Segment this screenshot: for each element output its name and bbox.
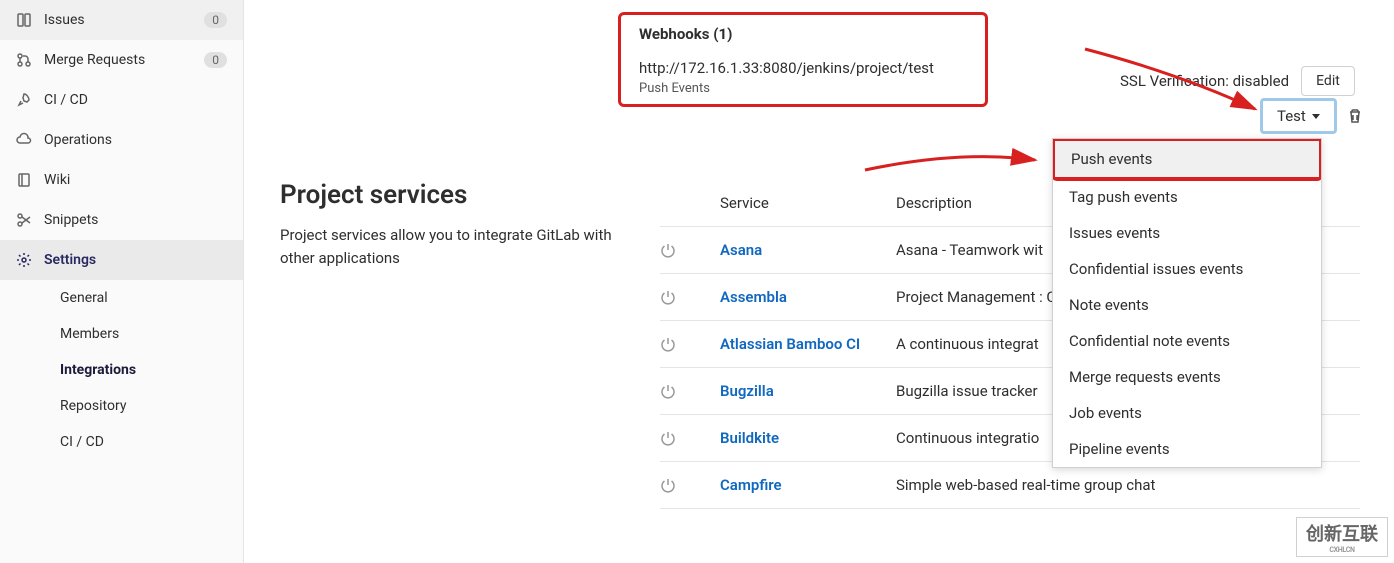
power-icon xyxy=(660,477,720,493)
col-service-header: Service xyxy=(720,194,896,212)
sidebar-sub-label: Integrations xyxy=(60,362,227,378)
sidebar-submenu: General Members Integrations Repository … xyxy=(0,280,243,460)
rocket-icon xyxy=(16,92,32,108)
service-link-bugzilla[interactable]: Bugzilla xyxy=(720,382,774,400)
test-dropdown-menu: Push events Tag push events Issues event… xyxy=(1052,138,1322,468)
table-row: Campfire Simple web-based real-time grou… xyxy=(660,462,1360,509)
dropdown-item-note[interactable]: Note events xyxy=(1053,287,1321,323)
webhook-events: Push Events xyxy=(639,81,967,96)
dropdown-item-merge-requests[interactable]: Merge requests events xyxy=(1053,359,1321,395)
sidebar-item-wiki[interactable]: Wiki xyxy=(0,160,243,200)
sidebar-item-snippets[interactable]: Snippets xyxy=(0,200,243,240)
webhooks-title: Webhooks (1) xyxy=(639,25,967,43)
gear-icon xyxy=(16,252,32,268)
service-link-asana[interactable]: Asana xyxy=(720,241,762,259)
sidebar-item-settings[interactable]: Settings xyxy=(0,240,243,280)
sidebar-sub-integrations[interactable]: Integrations xyxy=(44,352,243,388)
watermark-sub: CXHLCN xyxy=(1306,546,1378,554)
sidebar: Issues 0 Merge Requests 0 CI / CD Operat… xyxy=(0,0,244,563)
sidebar-item-merge-requests[interactable]: Merge Requests 0 xyxy=(0,40,243,80)
dropdown-item-confidential-issues[interactable]: Confidential issues events xyxy=(1053,251,1321,287)
webhook-actions: SSL Verification: disabled Edit xyxy=(1120,66,1355,96)
sidebar-sub-label: CI / CD xyxy=(60,434,227,450)
badge: 0 xyxy=(204,52,227,68)
book-icon xyxy=(16,172,32,188)
sidebar-sub-cicd[interactable]: CI / CD xyxy=(44,424,243,460)
sidebar-label: Issues xyxy=(44,12,192,28)
service-link-bamboo[interactable]: Atlassian Bamboo CI xyxy=(720,335,860,353)
merge-icon xyxy=(16,52,32,68)
service-link-buildkite[interactable]: Buildkite xyxy=(720,429,779,447)
dropdown-item-pipeline[interactable]: Pipeline events xyxy=(1053,431,1321,467)
sidebar-item-issues[interactable]: Issues 0 xyxy=(0,0,243,40)
annotation-arrow-2 xyxy=(860,140,1060,180)
sidebar-sub-label: General xyxy=(60,290,227,306)
power-icon xyxy=(660,430,720,446)
section-title: Project services xyxy=(280,180,620,210)
delete-webhook-button[interactable] xyxy=(1347,108,1363,124)
caret-down-icon xyxy=(1312,114,1320,119)
sidebar-sub-general[interactable]: General xyxy=(44,280,243,316)
issues-icon xyxy=(16,12,32,28)
sidebar-label: CI / CD xyxy=(44,92,227,108)
service-link-campfire[interactable]: Campfire xyxy=(720,476,782,494)
cloud-icon xyxy=(16,132,32,148)
test-label: Test xyxy=(1277,107,1306,125)
sidebar-sub-repository[interactable]: Repository xyxy=(44,388,243,424)
highlight-box: Push events xyxy=(1052,138,1322,181)
test-row: Test xyxy=(1260,98,1363,134)
sidebar-item-operations[interactable]: Operations xyxy=(0,120,243,160)
service-desc: Simple web-based real-time group chat xyxy=(896,476,1360,494)
sidebar-label: Wiki xyxy=(44,172,227,188)
dropdown-item-tag-push[interactable]: Tag push events xyxy=(1053,179,1321,215)
sidebar-label: Merge Requests xyxy=(44,52,192,68)
edit-button[interactable]: Edit xyxy=(1301,66,1355,96)
dropdown-item-issues[interactable]: Issues events xyxy=(1053,215,1321,251)
service-link-assembla[interactable]: Assembla xyxy=(720,288,787,306)
watermark: 创新互联 CXHLCN xyxy=(1296,517,1388,557)
section-description: Project services allow you to integrate … xyxy=(280,224,620,269)
scissors-icon xyxy=(16,212,32,228)
test-dropdown-button[interactable]: Test xyxy=(1260,98,1337,134)
dropdown-item-confidential-note[interactable]: Confidential note events xyxy=(1053,323,1321,359)
webhooks-box: Webhooks (1) http://172.16.1.33:8080/jen… xyxy=(618,12,988,107)
watermark-text: 创新互联 xyxy=(1306,524,1378,545)
sidebar-label: Snippets xyxy=(44,212,227,228)
power-icon xyxy=(660,242,720,258)
ssl-verification-text: SSL Verification: disabled xyxy=(1120,72,1289,90)
webhook-url: http://172.16.1.33:8080/jenkins/project/… xyxy=(639,59,967,77)
sidebar-item-cicd[interactable]: CI / CD xyxy=(0,80,243,120)
col-status xyxy=(660,194,720,212)
section-header: Project services Project services allow … xyxy=(280,180,620,269)
dropdown-item-job[interactable]: Job events xyxy=(1053,395,1321,431)
power-icon xyxy=(660,289,720,305)
badge: 0 xyxy=(204,12,227,28)
sidebar-label: Settings xyxy=(44,252,227,268)
power-icon xyxy=(660,336,720,352)
sidebar-sub-label: Repository xyxy=(60,398,227,414)
dropdown-item-push-events[interactable]: Push events xyxy=(1055,141,1319,177)
sidebar-sub-label: Members xyxy=(60,326,227,342)
power-icon xyxy=(660,383,720,399)
sidebar-label: Operations xyxy=(44,132,227,148)
sidebar-sub-members[interactable]: Members xyxy=(44,316,243,352)
